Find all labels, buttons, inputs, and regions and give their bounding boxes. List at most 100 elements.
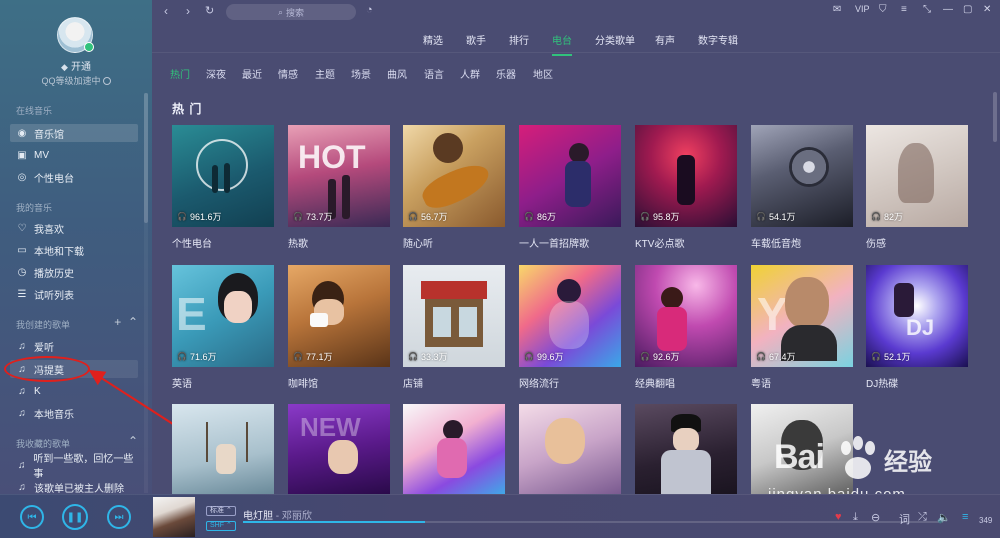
radio-card-car-bass[interactable]: 🎧 54.1万 车载低音炮 (751, 125, 853, 250)
previous-button[interactable]: ⏮ (20, 505, 44, 529)
sidebar-item-history[interactable]: ◷ 播放历史 (10, 263, 138, 281)
subtab-hot[interactable]: 热门 (170, 66, 190, 81)
headphones-icon: 🎧 (524, 212, 534, 221)
skin-icon[interactable]: ⛉ (879, 4, 887, 15)
settings-icon[interactable]: ≡ (901, 4, 907, 15)
tab-singers[interactable]: 歌手 (466, 32, 486, 47)
radio-card-shop[interactable]: 🎧 33.3万 店铺 (403, 265, 505, 390)
collapse-icon[interactable]: ⌃ (128, 434, 138, 448)
note-icon: ♫ (18, 407, 26, 419)
radio-card-random[interactable]: 🎧 56.7万 随心听 (403, 125, 505, 250)
maximize-icon[interactable]: ▢ (963, 4, 972, 15)
sidebar-item-playlist-aiting[interactable]: ♫ 爱听 (10, 337, 138, 355)
radio-card-row3-1[interactable] (172, 404, 274, 494)
sidebar-item-favorites[interactable]: ♡ 我喜欢 (10, 219, 138, 237)
collected-playlists-actions: ⌃ (128, 434, 138, 448)
tab-digital-albums[interactable]: 数字专辑 (698, 32, 738, 47)
radio-card-personal[interactable]: 🎧 961.6万 个性电台 (172, 125, 274, 250)
history-icon[interactable]: ◔ (366, 4, 373, 16)
card-title: 店铺 (403, 379, 423, 390)
like-icon[interactable]: ♥ (835, 511, 842, 523)
refresh-icon[interactable]: ↻ (205, 4, 214, 17)
subtab-emotion[interactable]: 情感 (278, 66, 298, 81)
remove-icon[interactable]: ⊖ (871, 511, 880, 524)
radio-card-sad[interactable]: 🎧 82万 伤感 (866, 125, 968, 250)
sidebar-item-collected-2[interactable]: ♫ 该歌单已被主人删除 (10, 478, 138, 495)
play-pause-button[interactable]: ❚❚ (62, 504, 88, 530)
shuffle-icon[interactable]: ⤮ (918, 511, 927, 524)
radio-card-cafe[interactable]: 🎧 77.1万 咖啡馆 (288, 265, 390, 390)
radio-card-row3-3[interactable] (403, 404, 505, 494)
radio-card-dj[interactable]: DJ 🎧 52.1万 DJ热碟 (866, 265, 968, 390)
sidebar-item-trial-list[interactable]: ☰ 试听列表 (10, 285, 138, 303)
radio-card-cantonese[interactable]: Y 🎧 67.4万 粤语 (751, 265, 853, 390)
subtab-late-night[interactable]: 深夜 (206, 66, 226, 81)
volume-icon[interactable]: 🔈 (937, 511, 951, 524)
subtab-recent[interactable]: 最近 (242, 66, 262, 81)
lyrics-icon[interactable]: 词 (899, 511, 910, 527)
subtab-crowd[interactable]: 人群 (460, 66, 480, 81)
progress-fill (243, 521, 425, 523)
back-icon[interactable]: ‹ (164, 4, 168, 18)
mail-icon[interactable]: ✉ (833, 4, 841, 15)
add-playlist-icon[interactable]: + (114, 315, 121, 329)
playlist-count: 349 (979, 516, 993, 525)
radio-card-ktv[interactable]: 🎧 95.8万 KTV必点歌 (635, 125, 737, 250)
card-title: 车载低音炮 (751, 239, 801, 250)
close-icon[interactable]: ✕ (983, 4, 991, 15)
minimode-icon[interactable]: ⤡ (923, 4, 931, 15)
card-cover: 🎧 99.6万 (519, 265, 621, 367)
main-scrollbar-thumb[interactable] (993, 92, 997, 142)
open-vip-link[interactable]: ◆ 开通 (0, 58, 152, 73)
sidebar-item-local-download[interactable]: ▭ 本地和下载 (10, 241, 138, 259)
album-cover[interactable] (153, 497, 195, 537)
headphones-icon: 🎧 (756, 212, 766, 221)
subtab-scene[interactable]: 场景 (351, 66, 371, 81)
sidebar-item-music-hall[interactable]: ◉ 音乐馆 (10, 124, 138, 142)
sound-effect-tag[interactable]: SHF ⌃ (206, 521, 236, 531)
play-count: 🎧 33.3万 (408, 352, 448, 362)
radio-card-signature-song[interactable]: 🎧 86万 一人一首招牌歌 (519, 125, 621, 250)
highlight-annotation (4, 356, 90, 382)
tab-featured[interactable]: 精选 (423, 32, 443, 47)
next-button[interactable]: ⏭ (107, 505, 131, 529)
radio-card-internet-pop[interactable]: 🎧 99.6万 网络流行 (519, 265, 621, 390)
sidebar-scrollbar-thumb[interactable] (144, 93, 148, 223)
radio-card-classic-cover[interactable]: 🎧 92.6万 经典翻唱 (635, 265, 737, 390)
radio-card-row3-6[interactable] (751, 404, 853, 494)
sidebar-item-playlist-local[interactable]: ♫ 本地音乐 (10, 404, 138, 422)
search-input[interactable]: ⌕ 搜索 (226, 4, 356, 20)
subtab-language[interactable]: 语言 (424, 66, 444, 81)
sidebar-item-radio[interactable]: ◎ 个性电台 (10, 168, 138, 186)
card-cover (751, 404, 853, 494)
playlist-icon[interactable]: ≡ (962, 511, 968, 523)
radio-card-row3-4[interactable] (519, 404, 621, 494)
card-cover: HOT 🎧 73.7万 (288, 125, 390, 227)
sidebar-item-playlist-k[interactable]: ♫ K (10, 382, 138, 400)
radio-card-row3-5[interactable] (635, 404, 737, 494)
sidebar-item-collected-1[interactable]: ♫ 听到一些歌，回忆一些事 (10, 454, 138, 480)
subtab-genre[interactable]: 曲风 (387, 66, 407, 81)
tab-radio[interactable]: 电台 (552, 32, 572, 56)
sidebar-item-mv[interactable]: ▣ MV (10, 146, 138, 164)
download-icon[interactable]: ⤓ (853, 511, 858, 524)
headphones-icon: 🎧 (640, 352, 650, 361)
card-title: DJ热碟 (866, 379, 899, 390)
collapse-icon[interactable]: ⌃ (128, 315, 138, 329)
radio-card-english[interactable]: E 🎧 71.6万 英语 (172, 265, 274, 390)
tab-audio[interactable]: 有声 (655, 32, 675, 47)
tab-charts[interactable]: 排行 (509, 32, 529, 47)
subtab-instrument[interactable]: 乐器 (496, 66, 516, 81)
vip-link[interactable]: VIP (855, 4, 870, 14)
forward-icon[interactable]: › (186, 4, 190, 18)
quality-tag[interactable]: 标准 ⌃ (206, 506, 236, 516)
avatar[interactable] (57, 17, 94, 53)
tab-playlist-categories[interactable]: 分类歌单 (595, 32, 635, 47)
subtab-region[interactable]: 地区 (533, 66, 553, 81)
radio-card-hot[interactable]: HOT 🎧 73.7万 热歌 (288, 125, 390, 250)
subtab-theme[interactable]: 主题 (315, 66, 335, 81)
radio-icon: ◎ (17, 171, 27, 183)
minimize-icon[interactable]: — (943, 4, 953, 15)
radio-card-row3-2[interactable]: NEW (288, 404, 390, 494)
card-title: 经典翻唱 (635, 379, 675, 390)
